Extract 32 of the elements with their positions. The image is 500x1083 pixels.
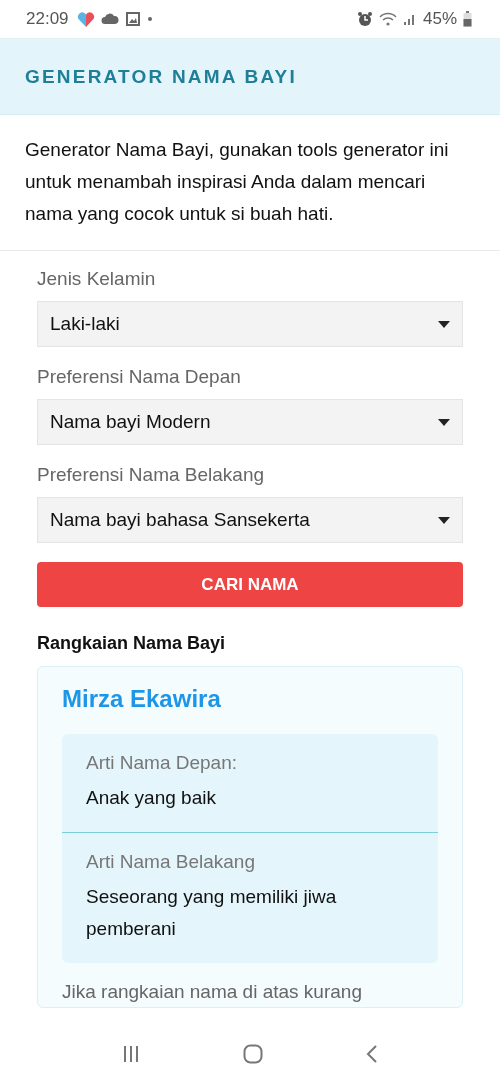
recents-icon[interactable]: [121, 1045, 140, 1063]
page-title: GENERATOR NAMA BAYI: [25, 65, 297, 88]
field-label: Preferensi Nama Depan: [37, 365, 242, 389]
heart-icon: [76, 11, 95, 27]
back-icon[interactable]: [366, 1045, 379, 1063]
status-time: 22:09: [26, 9, 69, 29]
dropdown[interactable]: Nama bayi bahasa Sansekerta: [37, 497, 463, 543]
meaning-text: Anak yang baik: [86, 786, 217, 810]
signal-icon: [402, 12, 417, 26]
battery-percent: 45%: [422, 9, 457, 29]
caret-icon: [438, 418, 450, 426]
baby-name: Mirza Ekawira: [62, 685, 222, 713]
dropdown[interactable]: Laki-laki: [37, 301, 463, 347]
field-label: Jenis Kelamin: [37, 267, 157, 291]
note-text: Jika rangkaian nama di atas kurang: [62, 980, 363, 1004]
battery-icon: [463, 11, 472, 27]
alarm-icon: [356, 11, 373, 27]
meaning-label: Arti Nama Depan:: [86, 752, 238, 774]
field-label: Preferensi Nama Belakang: [37, 463, 266, 487]
dropdown[interactable]: Nama bayi Modern: [37, 399, 463, 445]
dot-icon: [146, 16, 153, 22]
cloud-icon: [100, 13, 119, 25]
caret-icon: [438, 516, 450, 524]
meaning-text: Seseorang yang memiliki jiwa pemberani: [86, 885, 338, 941]
gallery-icon: [124, 11, 141, 27]
caret-icon: [438, 320, 450, 328]
result-heading: Rangkaian Nama Bayi: [37, 633, 227, 654]
search-button[interactable]: CARI NAMA: [37, 562, 463, 607]
wifi-icon: [378, 12, 397, 26]
intro-text: Generator Nama Bayi, gunakan tools generator ini untuk menambah inspirasi Anda dalam mencari nama yang cocok untuk si buah hati.: [0, 115, 500, 251]
home-icon[interactable]: [243, 1044, 263, 1064]
meaning-label: Arti Nama Belakang: [86, 851, 256, 873]
